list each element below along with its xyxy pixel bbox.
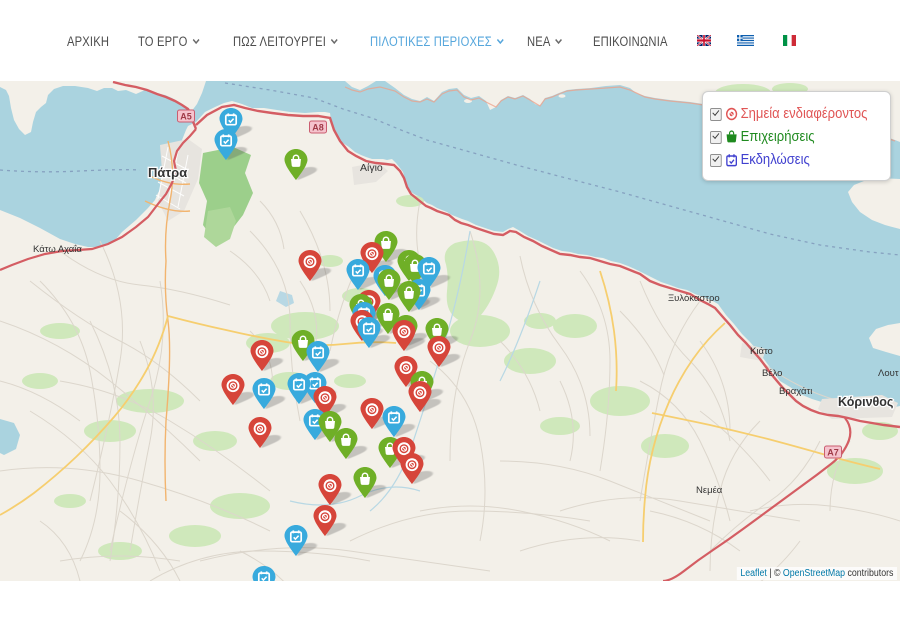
svg-text:Βέλο: Βέλο	[762, 368, 782, 379]
svg-text:A5: A5	[180, 112, 192, 122]
svg-text:Κιάτο: Κιάτο	[750, 346, 773, 357]
svg-text:Κόρινθος: Κόρινθος	[838, 395, 893, 409]
svg-text:Αίγιο: Αίγιο	[360, 162, 383, 174]
svg-text:Κάτω Αχαΐα: Κάτω Αχαΐα	[33, 244, 82, 255]
svg-text:A8: A8	[312, 123, 324, 133]
svg-text:A7: A7	[827, 448, 839, 458]
svg-text:Ξυλόκαστρο: Ξυλόκαστρο	[668, 293, 720, 304]
svg-text:Πάτρα: Πάτρα	[148, 165, 187, 180]
svg-text:Βραχάτι: Βραχάτι	[779, 386, 812, 397]
svg-text:Λουτ: Λουτ	[878, 368, 899, 379]
svg-text:Νεμέα: Νεμέα	[696, 485, 723, 496]
